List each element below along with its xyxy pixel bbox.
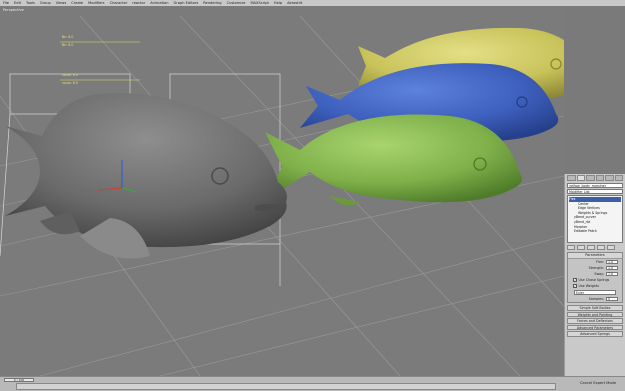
display-tab[interactable] bbox=[605, 175, 614, 181]
viewport-label[interactable]: Perspective bbox=[3, 8, 24, 12]
menu-edit[interactable]: Edit bbox=[14, 1, 21, 5]
track-bar[interactable] bbox=[16, 383, 556, 390]
grid-label-d: value: 6.0 bbox=[62, 81, 78, 85]
perspective-viewport[interactable]: Perspective Bn: 6.0 Bn: 6.0 value: 6.0 v… bbox=[0, 6, 564, 376]
modifier-list-dropdown[interactable]: Modifier List bbox=[567, 189, 623, 194]
time-slider[interactable]: 0 / 100 bbox=[4, 378, 34, 382]
weights-row: ✓ Use Weights bbox=[568, 283, 622, 289]
green-fish bbox=[265, 114, 522, 206]
chase-springs-label: Use Chase Springs bbox=[578, 278, 610, 282]
menu-character[interactable]: Character bbox=[110, 1, 128, 5]
object-name-field[interactable]: yellow_body_morpher bbox=[567, 183, 623, 188]
samples-row: Samples: 5 bbox=[568, 296, 622, 302]
show-end-result-button[interactable] bbox=[577, 245, 585, 250]
menu-maxscript[interactable]: MAXScript bbox=[250, 1, 268, 5]
sway-label: Sway: bbox=[594, 272, 604, 276]
rollout-weights-painting[interactable]: Weights and Painting bbox=[567, 311, 623, 317]
solver-dropdown[interactable]: Euler bbox=[574, 290, 616, 295]
menu-create[interactable]: Create bbox=[71, 1, 83, 5]
modifier-stack[interactable]: Flex Center Edge Vertices Weights & Spri… bbox=[567, 195, 623, 243]
remove-modifier-button[interactable] bbox=[597, 245, 605, 250]
modify-tab[interactable] bbox=[576, 175, 585, 181]
menu-animation[interactable]: Animation bbox=[150, 1, 168, 5]
chase-springs-checkbox[interactable]: ✓ bbox=[573, 278, 577, 282]
command-tabs bbox=[565, 174, 625, 182]
grid-label-a: Bn: 6.0 bbox=[62, 35, 74, 39]
menu-graph-editors[interactable]: Graph Editors bbox=[174, 1, 199, 5]
gray-fish bbox=[5, 93, 287, 259]
menu-reactor[interactable]: reactor bbox=[132, 1, 145, 5]
use-weights-checkbox[interactable]: ✓ bbox=[573, 284, 577, 288]
flex-label: Flex: bbox=[596, 260, 604, 264]
menu-tools[interactable]: Tools bbox=[26, 1, 35, 5]
create-tab[interactable] bbox=[567, 175, 576, 181]
grid-label-b: Bn: 6.0 bbox=[62, 43, 74, 47]
motion-tab[interactable] bbox=[595, 175, 604, 181]
rollout-advanced-parameters[interactable]: Advanced Parameters bbox=[567, 324, 623, 330]
stack-item-editable-patch[interactable]: Editable Patch bbox=[569, 229, 621, 234]
use-weights-label: Use Weights bbox=[578, 284, 599, 288]
menu-customize[interactable]: Customize bbox=[227, 1, 246, 5]
utilities-tab[interactable] bbox=[614, 175, 623, 181]
samples-label: Samples: bbox=[588, 297, 604, 301]
sway-spinner[interactable]: 7.0 bbox=[606, 271, 618, 277]
strength-label: Strength: bbox=[588, 266, 604, 270]
pin-stack-button[interactable] bbox=[567, 245, 575, 250]
menu-group[interactable]: Group bbox=[40, 1, 51, 5]
make-unique-button[interactable] bbox=[587, 245, 595, 250]
rollout-simple-soft-bodies[interactable]: Simple Soft Bodies bbox=[567, 305, 623, 311]
grid-label-c: value: 6.0 bbox=[62, 73, 78, 77]
hierarchy-tab[interactable] bbox=[586, 175, 595, 181]
parameters-rollout: Parameters Flex: 1.0 Strength: 1.0 Sway:… bbox=[567, 252, 623, 303]
menu-rendering[interactable]: Rendering bbox=[203, 1, 221, 5]
menu-views[interactable]: Views bbox=[56, 1, 66, 5]
configure-sets-button[interactable] bbox=[607, 245, 615, 250]
menu-help[interactable]: Help bbox=[274, 1, 282, 5]
status-text: Cancel Expert Mode bbox=[580, 381, 617, 385]
stack-buttons bbox=[567, 245, 623, 250]
menu-modifiers[interactable]: Modifiers bbox=[88, 1, 104, 5]
viewport-scene bbox=[0, 15, 564, 376]
strength-spinner[interactable]: 1.0 bbox=[606, 265, 618, 271]
flex-spinner[interactable]: 1.0 bbox=[606, 259, 618, 265]
menu-aerostrit[interactable]: Aerostrit bbox=[287, 1, 302, 5]
menu-file[interactable]: File bbox=[3, 1, 9, 5]
rollout-advanced-springs[interactable]: Advanced Springs bbox=[567, 331, 623, 337]
timeline-bar: 0 / 100 Cancel Expert Mode bbox=[0, 376, 625, 391]
command-panel: yellow_body_morpher Modifier List Flex C… bbox=[564, 174, 625, 376]
rollout-forces-deflectors[interactable]: Forces and Deflectors bbox=[567, 318, 623, 324]
samples-spinner[interactable]: 5 bbox=[606, 296, 618, 302]
